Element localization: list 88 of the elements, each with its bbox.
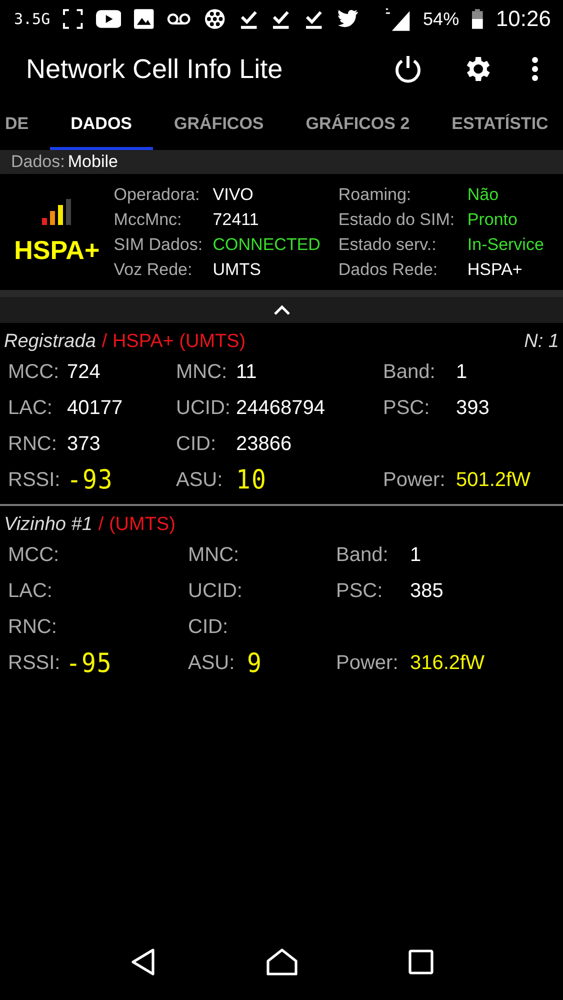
data-value: Mobile	[68, 152, 118, 172]
field-value: 385	[410, 579, 444, 604]
field-value: 24468794	[236, 396, 325, 421]
field-value: 11	[236, 360, 257, 385]
field-label: MNC:	[176, 360, 228, 385]
field-label: Band:	[383, 360, 436, 385]
info-value: VIVO	[212, 184, 254, 205]
field-value: 1	[410, 543, 422, 568]
field-label: CID:	[176, 432, 217, 457]
tab[interactable]: GRÁFICOS 2	[284, 100, 431, 150]
field-value: -95	[66, 648, 112, 678]
field-value: 373	[67, 432, 100, 457]
download-done-icon	[238, 8, 258, 30]
field-label: MNC:	[188, 543, 240, 568]
info-value: CONNECTED	[212, 234, 322, 255]
info-value: UMTS	[212, 259, 262, 280]
field-label: RNC:	[8, 615, 58, 640]
field-value: 393	[456, 396, 490, 421]
field-label: CID:	[188, 615, 229, 640]
field-label: RSSI:	[8, 651, 62, 676]
field-value: 316.2fW	[410, 651, 484, 676]
cell-title: Registrada	[4, 331, 96, 353]
clock: 10:26	[496, 6, 551, 32]
info-value: 72411	[212, 209, 260, 230]
field-value: 40177	[67, 396, 123, 421]
tab[interactable]: DE	[0, 100, 50, 150]
info-value: HSPA+	[467, 259, 524, 280]
network-type-indicator: 3.5G	[14, 10, 50, 28]
field-value: 10	[236, 466, 267, 496]
field-label: ASU:	[188, 651, 236, 676]
field-label: Power:	[383, 468, 446, 493]
download-done-icon	[271, 8, 291, 30]
field-label: RSSI:	[8, 468, 62, 493]
tab[interactable]: GRÁFICOS	[153, 100, 285, 150]
info-label: Roaming:	[338, 184, 412, 205]
image-icon	[134, 9, 154, 29]
tab[interactable]: ESTATÍSTIC	[430, 100, 563, 150]
field-label: Power:	[336, 651, 400, 676]
signal-icon	[384, 7, 410, 31]
data-label: Dados:	[11, 152, 65, 172]
info-label: Operadora:	[114, 184, 201, 205]
cell-count: N: 1	[524, 331, 559, 353]
battery-percent: 54%	[423, 8, 460, 30]
home-icon[interactable]	[266, 948, 298, 976]
field-label: UCID:	[188, 579, 244, 604]
field-label: ASU:	[176, 468, 224, 493]
info-label: MccMnc:	[114, 209, 183, 230]
more-options-icon[interactable]	[531, 56, 539, 82]
info-label: Voz Rede:	[114, 259, 194, 280]
field-label: RNC:	[8, 432, 58, 457]
field-label: MCC:	[8, 543, 60, 568]
field-value: 724	[67, 360, 100, 385]
cell-title: Vizinho #1	[4, 514, 92, 536]
cell-technology: / (UMTS)	[98, 514, 176, 536]
battery-icon	[472, 9, 483, 29]
info-label: Estado serv.:	[338, 234, 438, 255]
film-reel-icon	[204, 8, 226, 30]
info-value: Pronto	[467, 209, 518, 230]
field-label: MCC:	[8, 360, 60, 385]
info-value: Não	[467, 184, 500, 205]
app-title: Network Cell Info Lite	[26, 54, 284, 84]
field-label: LAC:	[8, 579, 54, 604]
power-icon[interactable]	[393, 54, 423, 84]
chevron-up-icon	[272, 304, 290, 316]
recent-apps-icon[interactable]	[408, 949, 434, 975]
voicemail-icon	[167, 13, 191, 25]
field-value: 501.2fW	[456, 468, 530, 493]
field-label: LAC:	[8, 396, 54, 421]
download-done-icon	[304, 8, 324, 30]
bird-icon	[336, 10, 358, 28]
info-label: Estado do SIM:	[338, 209, 456, 230]
info-label: Dados Rede:	[338, 259, 439, 280]
youtube-icon	[96, 10, 122, 28]
info-value: In-Service	[467, 234, 545, 255]
screenshot-icon	[63, 9, 83, 29]
field-value: 23866	[236, 432, 292, 457]
field-label: PSC:	[336, 579, 384, 604]
back-icon[interactable]	[130, 948, 156, 976]
field-label: PSC:	[383, 396, 431, 421]
field-value: -93	[67, 466, 114, 496]
field-value: 9	[247, 648, 262, 678]
info-label: SIM Dados:	[114, 234, 204, 255]
field-label: Band:	[336, 543, 390, 568]
signal-bars-icon	[42, 198, 72, 224]
cell-technology: / HSPA+ (UMTS)	[102, 331, 247, 353]
field-label: UCID:	[176, 396, 232, 421]
network-type: HSPA+	[14, 234, 100, 266]
field-value: 1	[456, 360, 468, 385]
